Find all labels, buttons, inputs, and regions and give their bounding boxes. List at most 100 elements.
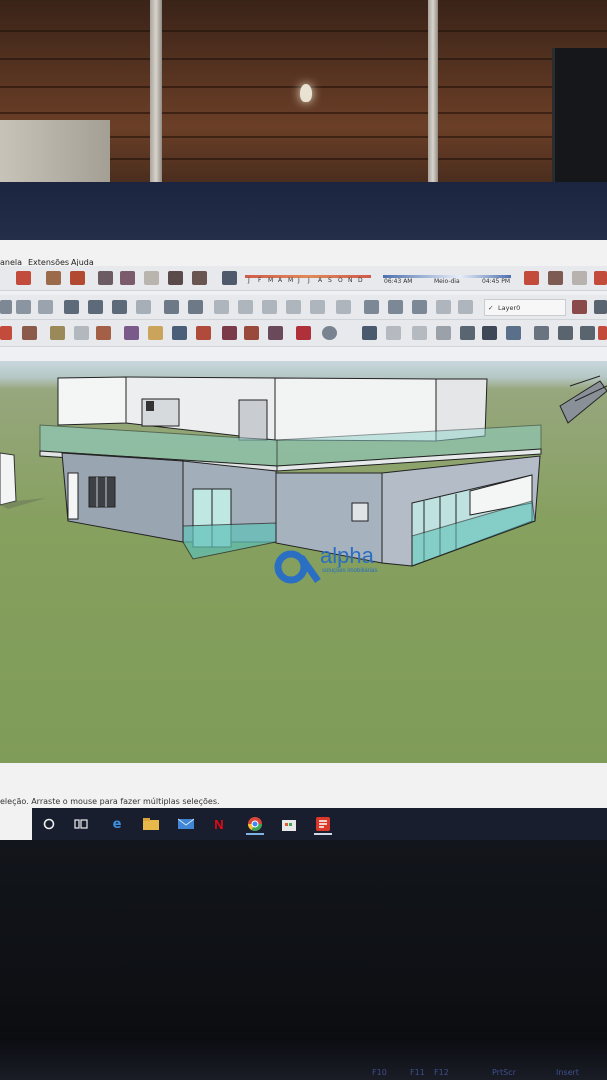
month-f: F: [258, 277, 262, 284]
month-d: D: [358, 277, 363, 284]
text-icon[interactable]: [74, 326, 89, 340]
extension-icon[interactable]: [144, 271, 159, 285]
extension-icon[interactable]: [598, 326, 607, 340]
extension-icon[interactable]: [120, 271, 135, 285]
extension-icon[interactable]: [548, 271, 563, 285]
home-icon[interactable]: [580, 326, 595, 340]
extension-icon[interactable]: [594, 300, 607, 314]
month-j: J: [298, 277, 300, 284]
key-f12: F12: [434, 1068, 449, 1077]
mail-icon[interactable]: [175, 813, 197, 835]
cortana-icon[interactable]: [38, 813, 60, 835]
windows-taskbar: e N: [0, 808, 607, 840]
extension-icon[interactable]: [222, 326, 237, 340]
extension-icon[interactable]: [268, 326, 283, 340]
extension-icon[interactable]: [572, 300, 587, 314]
section-plane-icon[interactable]: [164, 300, 179, 314]
status-text: eleção. Arraste o mouse para fazer múlti…: [0, 797, 220, 806]
shadows-toggle-icon[interactable]: [222, 271, 237, 285]
style-icon[interactable]: [362, 326, 377, 340]
monitor-bezel-top: [0, 182, 607, 240]
extension-icon[interactable]: [296, 326, 311, 340]
netflix-icon[interactable]: N: [208, 813, 230, 835]
time-end-label: 04:45 PM: [482, 278, 510, 285]
time-mid-label: Meio-dia: [434, 278, 460, 285]
edge-icon[interactable]: e: [106, 813, 128, 835]
toolbar-row-3: [0, 320, 607, 347]
time-start-label: 06:43 AM: [384, 278, 413, 285]
extension-icon[interactable]: [70, 271, 85, 285]
paint-bucket-icon[interactable]: [96, 326, 111, 340]
style-icon[interactable]: [460, 326, 475, 340]
extension-icon[interactable]: [558, 326, 573, 340]
room-wall: [0, 120, 110, 182]
search-box-edge[interactable]: [0, 808, 32, 840]
pan-icon[interactable]: [148, 326, 163, 340]
shaded-icon[interactable]: [286, 300, 301, 314]
month-j: J: [308, 277, 310, 284]
chrome-icon[interactable]: [244, 813, 266, 835]
view-iso-icon[interactable]: [64, 300, 79, 314]
style-icon[interactable]: [506, 326, 521, 340]
ceiling-lamp: [300, 84, 312, 102]
textured-icon[interactable]: [310, 300, 325, 314]
components-icon[interactable]: [16, 300, 31, 314]
extension-icon[interactable]: [572, 271, 587, 285]
monochrome-icon[interactable]: [336, 300, 351, 314]
hidden-line-icon[interactable]: [262, 300, 277, 314]
wireframe-icon[interactable]: [238, 300, 253, 314]
alpha-tagline: soluções imobiliárias: [322, 568, 378, 574]
style-icon[interactable]: [386, 326, 401, 340]
extension-icon[interactable]: [594, 271, 607, 285]
view-top-icon[interactable]: [88, 300, 103, 314]
key-f11: F11: [410, 1068, 425, 1077]
store-icon[interactable]: [278, 813, 300, 835]
extension-icon[interactable]: [22, 326, 37, 340]
month-a: A: [278, 277, 283, 284]
extension-icon[interactable]: [244, 326, 259, 340]
alpha-logo-icon: [274, 550, 321, 584]
month-s: S: [328, 277, 332, 284]
month-m: M: [288, 277, 294, 284]
sandbox-icon[interactable]: [436, 300, 451, 314]
key-insert: Insert: [556, 1068, 579, 1077]
extension-icon[interactable]: [534, 326, 549, 340]
orbit-icon[interactable]: [124, 326, 139, 340]
push-pull-icon[interactable]: [388, 300, 403, 314]
sandbox-icon[interactable]: [458, 300, 473, 314]
follow-me-icon[interactable]: [364, 300, 379, 314]
extension-icon[interactable]: [46, 271, 61, 285]
zoom-icon[interactable]: [172, 326, 187, 340]
room-doorway: [552, 48, 607, 182]
warehouse-icon[interactable]: [16, 271, 31, 285]
select-icon[interactable]: [0, 300, 12, 314]
file-explorer-icon[interactable]: [140, 813, 162, 835]
key-f10: F10: [372, 1068, 387, 1077]
view-right-icon[interactable]: [136, 300, 151, 314]
user-icon[interactable]: [322, 326, 337, 340]
room-pillar: [428, 0, 438, 182]
month-n: N: [348, 277, 353, 284]
tape-measure-icon[interactable]: [50, 326, 65, 340]
style-icon[interactable]: [436, 326, 451, 340]
rotate-icon[interactable]: [0, 326, 12, 340]
extension-icon[interactable]: [168, 271, 183, 285]
extension-icon[interactable]: [192, 271, 207, 285]
status-bar: eleção. Arraste o mouse para fazer múlti…: [0, 763, 607, 808]
section-display-icon[interactable]: [188, 300, 203, 314]
sketchup-icon[interactable]: [312, 813, 334, 835]
layer-dropdown[interactable]: [484, 299, 566, 316]
xray-icon[interactable]: [214, 300, 229, 314]
month-j: J: [248, 277, 250, 284]
offset-icon[interactable]: [412, 300, 427, 314]
zoom-extents-icon[interactable]: [196, 326, 211, 340]
layer-name: Layer0: [498, 304, 521, 312]
extension-icon[interactable]: [98, 271, 113, 285]
paint-icon[interactable]: [38, 300, 53, 314]
style-icon[interactable]: [412, 326, 427, 340]
view-front-icon[interactable]: [112, 300, 127, 314]
model-viewport[interactable]: alpha soluções imobiliárias: [0, 361, 607, 763]
task-view-icon[interactable]: [70, 813, 92, 835]
extension-icon[interactable]: [524, 271, 539, 285]
style-icon[interactable]: [482, 326, 497, 340]
